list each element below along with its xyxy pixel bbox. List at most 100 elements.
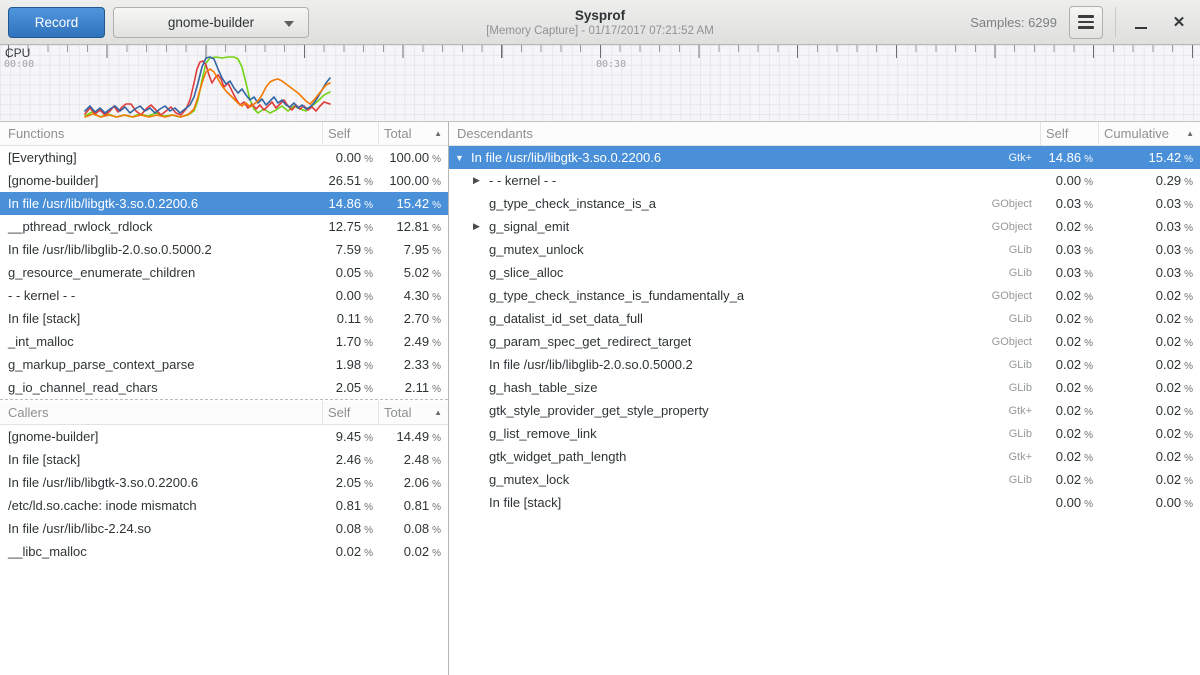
total-value: 0.81% bbox=[378, 498, 448, 513]
function-name: In file [stack] bbox=[0, 311, 322, 326]
self-column-header[interactable]: Self bbox=[1040, 122, 1098, 145]
cumulative-value: 0.02% bbox=[1098, 334, 1200, 349]
function-row[interactable]: g_io_channel_read_chars 2.05% 2.11% bbox=[0, 376, 448, 399]
self-value: 2.46% bbox=[322, 452, 378, 467]
function-row[interactable]: [Everything] 0.00% 100.00% bbox=[0, 146, 448, 169]
callers-column-header[interactable]: Callers bbox=[0, 405, 322, 420]
function-name: _int_malloc bbox=[0, 334, 322, 349]
caller-name: /etc/ld.so.cache: inode mismatch bbox=[0, 498, 322, 513]
descendant-name: g_hash_table_size bbox=[489, 380, 597, 395]
caller-name: In file /usr/lib/libgtk-3.so.0.2200.6 bbox=[0, 475, 322, 490]
self-value: 2.05% bbox=[322, 380, 378, 395]
caller-row[interactable]: [gnome-builder] 9.45% 14.49% bbox=[0, 425, 448, 448]
minimize-button[interactable] bbox=[1128, 9, 1154, 35]
functions-rows: [Everything] 0.00% 100.00% [gnome-builde… bbox=[0, 146, 448, 399]
function-row[interactable]: In file /usr/lib/libglib-2.0.so.0.5000.2… bbox=[0, 238, 448, 261]
cumulative-value: 0.03% bbox=[1098, 219, 1200, 234]
cumulative-value: 15.42% bbox=[1098, 150, 1200, 165]
function-name: In file /usr/lib/libgtk-3.so.0.2200.6 bbox=[0, 196, 322, 211]
function-row[interactable]: [gnome-builder] 26.51% 100.00% bbox=[0, 169, 448, 192]
function-row[interactable]: g_resource_enumerate_children 0.05% 5.02… bbox=[0, 261, 448, 284]
total-value: 2.49% bbox=[378, 334, 448, 349]
cumulative-column-header[interactable]: Cumulative ▲ bbox=[1098, 122, 1200, 145]
cpu-timeline-graph[interactable]: CPU 00:00 00:30 bbox=[0, 45, 1200, 122]
menu-button[interactable] bbox=[1069, 6, 1103, 39]
self-value: 0.02% bbox=[1040, 403, 1098, 418]
cumulative-value: 0.02% bbox=[1098, 288, 1200, 303]
library-tag: GLib bbox=[1009, 474, 1040, 486]
descendant-name: g_type_check_instance_is_fundamentally_a bbox=[489, 288, 744, 303]
expander-icon[interactable]: ▶ bbox=[473, 175, 489, 186]
time-tick-start: 00:00 bbox=[4, 59, 34, 70]
descendant-row[interactable]: gtk_widget_path_length Gtk+ 0.02% 0.02% bbox=[449, 445, 1200, 468]
record-button[interactable]: Record bbox=[8, 7, 105, 38]
total-value: 100.00% bbox=[378, 173, 448, 188]
app-title: Sysprof bbox=[575, 8, 625, 23]
descendant-name-cell: gtk_widget_path_length Gtk+ bbox=[473, 449, 1040, 464]
descendant-row[interactable]: g_type_check_instance_is_a GObject 0.03%… bbox=[449, 192, 1200, 215]
total-value: 2.33% bbox=[378, 357, 448, 372]
caller-row[interactable]: In file /usr/lib/libgtk-3.so.0.2200.6 2.… bbox=[0, 471, 448, 494]
descendant-name: g_signal_emit bbox=[489, 219, 569, 234]
caller-row[interactable]: __libc_malloc 0.02% 0.02% bbox=[0, 540, 448, 563]
expander-icon[interactable]: ▶ bbox=[473, 221, 489, 232]
function-row[interactable]: g_markup_parse_context_parse 1.98% 2.33% bbox=[0, 353, 448, 376]
caller-row[interactable]: In file /usr/lib/libc-2.24.so 0.08% 0.08… bbox=[0, 517, 448, 540]
function-row[interactable]: _int_malloc 1.70% 2.49% bbox=[0, 330, 448, 353]
self-value: 0.02% bbox=[1040, 449, 1098, 464]
caller-name: [gnome-builder] bbox=[0, 429, 322, 444]
descendant-name: g_datalist_id_set_data_full bbox=[489, 311, 643, 326]
descendant-row[interactable]: ▼ In file /usr/lib/libgtk-3.so.0.2200.6 … bbox=[449, 146, 1200, 169]
total-value: 7.95% bbox=[378, 242, 448, 257]
total-column-header[interactable]: Total ▲ bbox=[378, 401, 448, 424]
self-value: 0.02% bbox=[1040, 311, 1098, 326]
function-row[interactable]: - - kernel - - 0.00% 4.30% bbox=[0, 284, 448, 307]
target-selector-dropdown[interactable]: gnome-builder bbox=[113, 7, 309, 38]
descendant-name-cell: g_slice_alloc GLib bbox=[473, 265, 1040, 280]
descendant-name: g_mutex_lock bbox=[489, 472, 569, 487]
descendant-row[interactable]: ▶ g_signal_emit GObject 0.02% 0.03% bbox=[449, 215, 1200, 238]
expander-icon[interactable]: ▼ bbox=[455, 153, 471, 163]
descendant-row[interactable]: gtk_style_provider_get_style_property Gt… bbox=[449, 399, 1200, 422]
cumulative-value: 0.03% bbox=[1098, 242, 1200, 257]
hamburger-icon bbox=[1078, 15, 1094, 29]
function-row[interactable]: In file [stack] 0.11% 2.70% bbox=[0, 307, 448, 330]
self-value: 12.75% bbox=[322, 219, 378, 234]
descendant-row[interactable]: g_slice_alloc GLib 0.03% 0.03% bbox=[449, 261, 1200, 284]
self-column-header[interactable]: Self bbox=[322, 401, 378, 424]
descendant-row[interactable]: In file [stack] 0.00% 0.00% bbox=[449, 491, 1200, 514]
descendant-name-cell: g_type_check_instance_is_a GObject bbox=[473, 196, 1040, 211]
descendant-row[interactable]: ▶ - - kernel - - 0.00% 0.29% bbox=[449, 169, 1200, 192]
self-value: 0.11% bbox=[322, 311, 378, 326]
library-tag: GObject bbox=[992, 221, 1040, 233]
descendant-row[interactable]: g_mutex_unlock GLib 0.03% 0.03% bbox=[449, 238, 1200, 261]
samples-count: Samples: 6299 bbox=[970, 15, 1057, 30]
functions-column-header[interactable]: Functions bbox=[0, 126, 322, 141]
descendant-row[interactable]: g_param_spec_get_redirect_target GObject… bbox=[449, 330, 1200, 353]
function-row[interactable]: In file /usr/lib/libgtk-3.so.0.2200.6 14… bbox=[0, 192, 448, 215]
self-value: 0.00% bbox=[1040, 495, 1098, 510]
time-tick-mid: 00:30 bbox=[596, 59, 626, 70]
function-row[interactable]: __pthread_rwlock_rdlock 12.75% 12.81% bbox=[0, 215, 448, 238]
descendant-row[interactable]: g_type_check_instance_is_fundamentally_a… bbox=[449, 284, 1200, 307]
caller-row[interactable]: /etc/ld.so.cache: inode mismatch 0.81% 0… bbox=[0, 494, 448, 517]
descendants-column-header[interactable]: Descendants bbox=[449, 126, 1040, 141]
descendant-row[interactable]: g_hash_table_size GLib 0.02% 0.02% bbox=[449, 376, 1200, 399]
caller-row[interactable]: In file [stack] 2.46% 2.48% bbox=[0, 448, 448, 471]
total-value: 4.30% bbox=[378, 288, 448, 303]
descendant-row[interactable]: g_mutex_lock GLib 0.02% 0.02% bbox=[449, 468, 1200, 491]
self-value: 0.02% bbox=[1040, 219, 1098, 234]
descendant-row[interactable]: g_list_remove_link GLib 0.02% 0.02% bbox=[449, 422, 1200, 445]
descendant-row[interactable]: g_datalist_id_set_data_full GLib 0.02% 0… bbox=[449, 307, 1200, 330]
descendant-name: g_slice_alloc bbox=[489, 265, 563, 280]
close-button[interactable]: ✕ bbox=[1166, 9, 1192, 35]
caller-name: __libc_malloc bbox=[0, 544, 322, 559]
total-column-header[interactable]: Total ▲ bbox=[378, 122, 448, 145]
descendant-name: In file /usr/lib/libglib-2.0.so.0.5000.2 bbox=[489, 357, 693, 372]
descendant-row[interactable]: In file /usr/lib/libglib-2.0.so.0.5000.2… bbox=[449, 353, 1200, 376]
descendants-rows: ▼ In file /usr/lib/libgtk-3.so.0.2200.6 … bbox=[449, 146, 1200, 514]
descendant-name-cell: gtk_style_provider_get_style_property Gt… bbox=[473, 403, 1040, 418]
library-tag: GLib bbox=[1009, 382, 1040, 394]
self-column-header[interactable]: Self bbox=[322, 122, 378, 145]
descendant-name: g_param_spec_get_redirect_target bbox=[489, 334, 691, 349]
